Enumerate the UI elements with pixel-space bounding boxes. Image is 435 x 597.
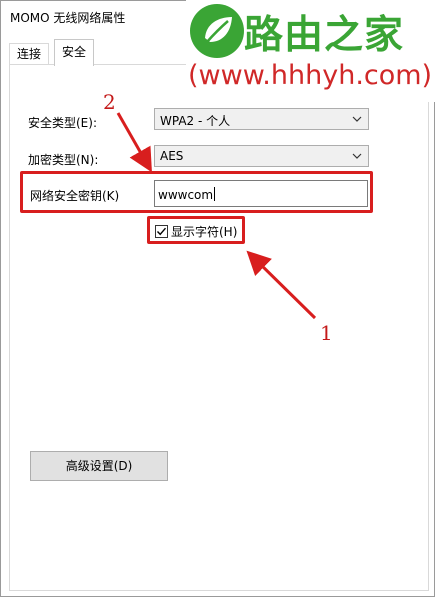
watermark-logo: 路由之家 (www.hhhyh.com) (186, 0, 435, 102)
advanced-settings-button[interactable]: 高级设置(D) (30, 451, 168, 481)
tab-connection[interactable]: 连接 (9, 43, 50, 64)
watermark-name: 路由之家 (244, 13, 405, 58)
security-type-label: 安全类型(E): (28, 116, 97, 130)
encryption-type-label: 加密类型(N): (28, 153, 99, 167)
watermark-url: (www.hhhyh.com) (188, 60, 433, 91)
checkbox-highlight-box (147, 216, 245, 244)
tab-security[interactable]: 安全 (54, 39, 95, 66)
security-type-value: WPA2 - 个人 (160, 114, 231, 128)
leaf-logo-icon (190, 4, 244, 58)
security-tab-panel (9, 64, 429, 591)
chevron-down-icon (352, 153, 362, 159)
window-title: MOMO 无线网络属性 (10, 11, 126, 25)
callout-number-1: 1 (320, 321, 333, 345)
callout-number-2: 2 (103, 90, 116, 114)
key-highlight-box (20, 171, 373, 213)
chevron-down-icon (352, 116, 362, 122)
encryption-type-select[interactable]: AES (154, 145, 369, 167)
security-type-select[interactable]: WPA2 - 个人 (154, 108, 369, 130)
encryption-type-value: AES (160, 149, 184, 163)
